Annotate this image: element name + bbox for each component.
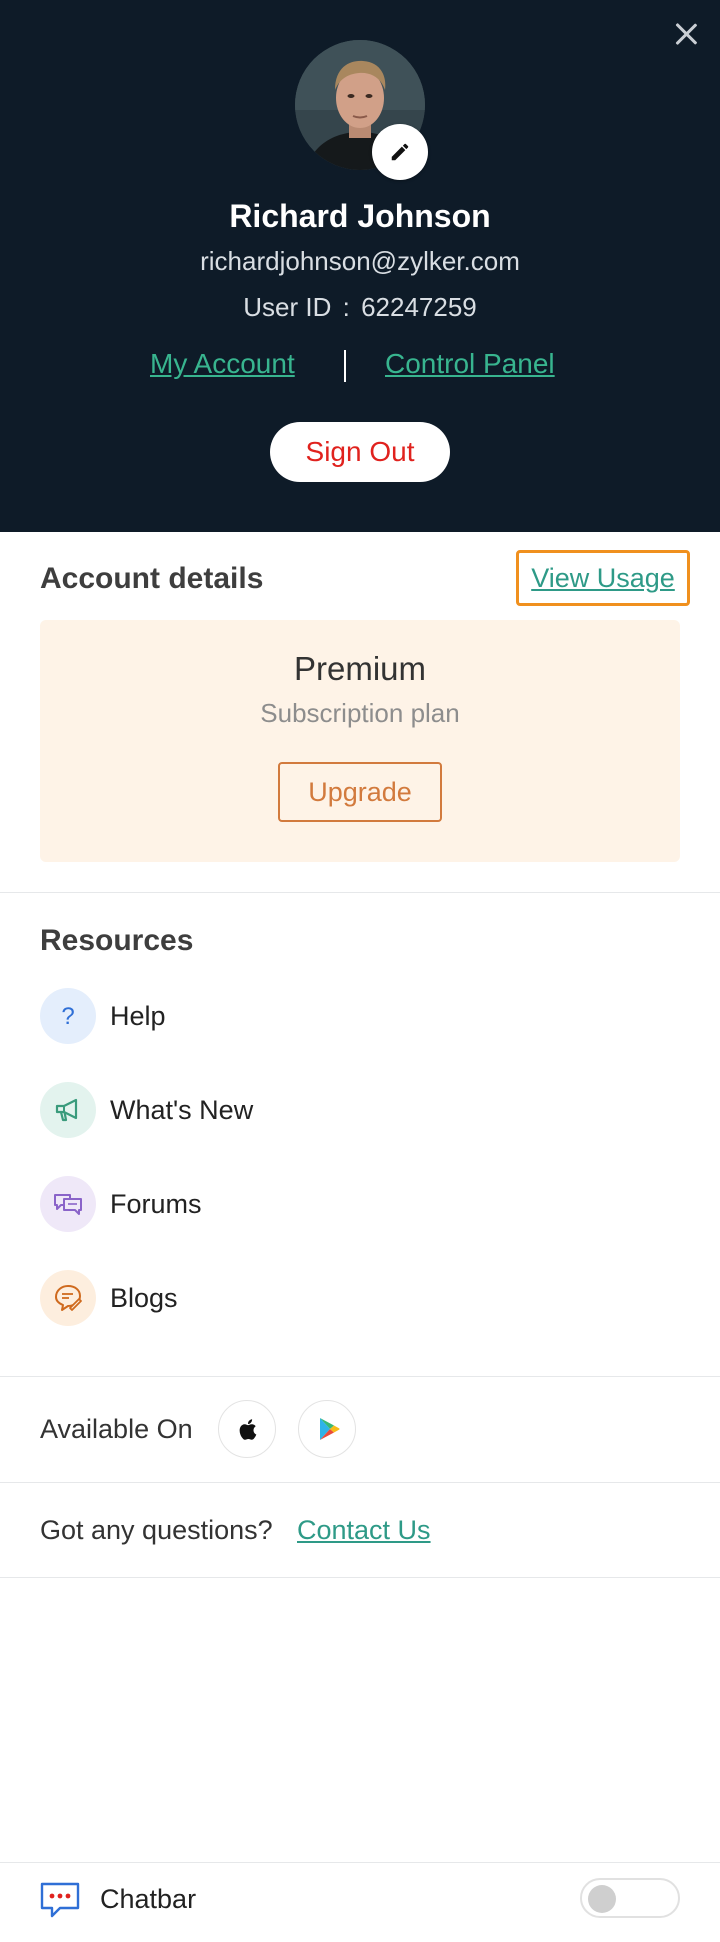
my-account-link[interactable]: My Account <box>150 348 295 380</box>
user-id-value: 62247259 <box>361 292 477 322</box>
help-icon: ? <box>40 988 96 1044</box>
resource-label: Forums <box>110 1189 202 1219</box>
user-id: User ID : 62247259 <box>0 292 720 323</box>
blogs-icon <box>40 1270 96 1326</box>
plan-card: Premium Subscription plan Upgrade <box>40 620 680 862</box>
sign-out-button[interactable]: Sign Out <box>270 422 450 482</box>
chatbar-label: Chatbar <box>100 1884 197 1914</box>
questions-label: Got any questions? <box>40 1515 273 1545</box>
chatbar-toggle[interactable] <box>580 1878 680 1918</box>
plan-name: Premium <box>293 650 427 687</box>
resource-item-help[interactable]: ? Help <box>40 988 680 1046</box>
resources-title: Resources <box>40 924 194 957</box>
contact-us-link[interactable]: Contact Us <box>297 1515 431 1546</box>
apple-store-button[interactable] <box>218 1400 276 1458</box>
chatbar-divider <box>0 1862 720 1863</box>
view-usage-link[interactable]: View Usage <box>516 550 690 606</box>
forums-icon <box>40 1176 96 1232</box>
resource-label: What's New <box>110 1095 254 1125</box>
account-links: My Account Control Panel <box>0 348 720 388</box>
section-divider <box>0 1376 720 1377</box>
account-details-title: Account details <box>40 562 264 595</box>
pencil-icon <box>391 143 409 161</box>
resource-item-forums[interactable]: Forums <box>40 1176 680 1234</box>
resource-item-blogs[interactable]: Blogs <box>40 1270 680 1328</box>
link-divider <box>344 350 346 382</box>
chat-icon <box>38 1878 82 1922</box>
available-on-label: Available On <box>40 1414 193 1444</box>
edit-avatar-button[interactable] <box>372 124 428 180</box>
user-id-separator: : <box>342 292 350 322</box>
resource-label: Blogs <box>110 1283 178 1313</box>
svg-text:?: ? <box>61 1003 74 1030</box>
section-divider <box>0 1577 720 1578</box>
section-divider <box>0 1482 720 1483</box>
user-id-label: User ID <box>243 292 332 322</box>
close-icon[interactable] <box>668 16 704 52</box>
profile-header: Richard Johnson richardjohnson@zylker.co… <box>0 0 720 532</box>
apple-store-icon <box>239 1419 257 1440</box>
google-play-button[interactable] <box>298 1400 356 1458</box>
resource-item-whats-new[interactable]: What's New <box>40 1082 680 1140</box>
google-play-icon <box>320 1418 340 1440</box>
upgrade-button[interactable]: Upgrade <box>278 762 442 822</box>
user-email: richardjohnson@zylker.com <box>200 246 520 276</box>
toggle-knob <box>588 1885 616 1913</box>
user-name: Richard Johnson <box>229 198 491 234</box>
megaphone-icon <box>40 1082 96 1138</box>
plan-subtitle: Subscription plan <box>260 698 460 728</box>
control-panel-link[interactable]: Control Panel <box>385 348 555 380</box>
section-divider <box>0 892 720 893</box>
resource-label: Help <box>110 1001 166 1031</box>
